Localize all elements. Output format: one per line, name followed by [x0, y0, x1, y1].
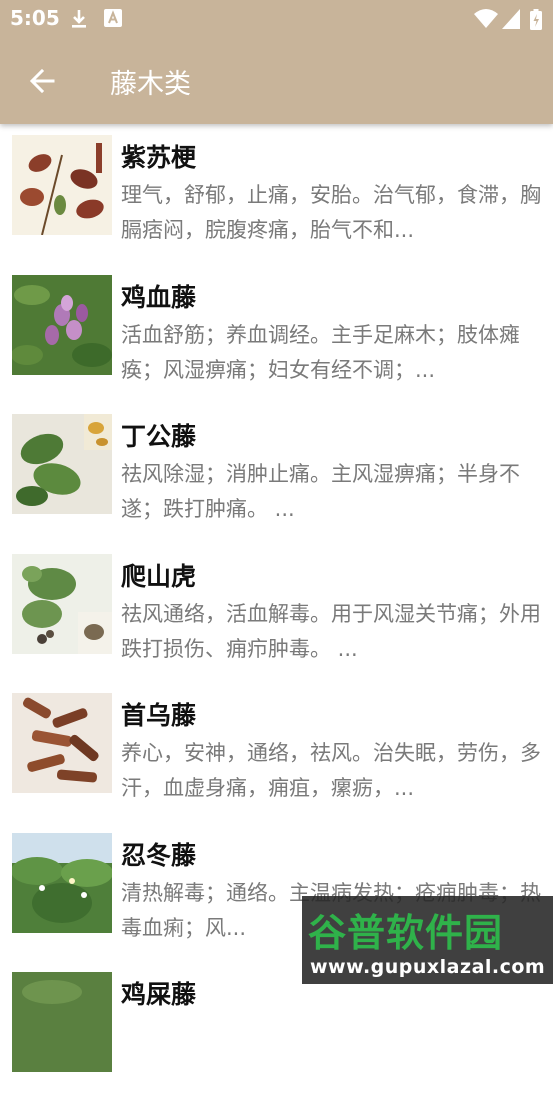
list-item[interactable]: 鸡血藤 活血舒筋；养血调经。主手足麻木；肢体瘫痪；风湿痹痛；妇女有经不调；... — [0, 264, 553, 404]
herb-name: 丁公藤 — [121, 422, 197, 451]
herb-description — [121, 1015, 542, 1085]
watermark-brand: 谷普软件园 — [308, 911, 504, 955]
herb-image — [12, 274, 112, 375]
herb-name: 鸡血藤 — [121, 282, 197, 312]
watermark: 谷普软件园 www.gupuxlazal.com — [302, 896, 553, 984]
list-item[interactable]: 丁公藤 祛风除湿；消肿止痛。主风湿痹痛；半身不遂；跌打肿痛。 ... — [0, 403, 553, 543]
herb-image — [12, 972, 112, 1072]
page-title: 藤木类 — [110, 69, 191, 100]
herb-image — [12, 693, 112, 793]
watermark-url: www.gupuxlazal.com — [310, 956, 546, 978]
herb-name: 爬山虎 — [121, 561, 197, 591]
list-item[interactable]: 首乌藤 养心，安神，通络，祛风。治失眠，劳伤，多汗，血虚身痛，痈疽，瘰疬，... — [0, 682, 553, 822]
herb-name: 紫苏梗 — [121, 143, 197, 172]
herb-image — [12, 832, 112, 933]
herb-name: 鸡屎藤 — [121, 980, 197, 1009]
herb-description: 养心，安神，通络，祛风。治失眠，劳伤，多汗，血虚身痛，痈疽，瘰疬，... — [121, 741, 541, 800]
herb-description: 理气，舒郁，止痛，安胎。治气郁，食滞，胸膈痞闷，脘腹疼痛，胎气不和... — [121, 183, 541, 242]
status-time: 5:05 — [10, 6, 60, 30]
herb-description: 祛风通络，活血解毒。用于风湿关节痛；外用跌打损伤、痈疖肿毒。 ... — [121, 601, 541, 661]
wifi-icon — [474, 9, 498, 28]
a-notification-icon — [104, 9, 122, 27]
list-item[interactable]: 紫苏梗 理气，舒郁，止痛，安胎。治气郁，食滞，胸膈痞闷，脘腹疼痛，胎气不和... — [0, 124, 553, 264]
herb-image — [12, 414, 112, 514]
herb-name: 忍冬藤 — [121, 840, 197, 870]
herb-description: 祛风除湿；消肿止痛。主风湿痹痛；半身不遂；跌打肿痛。 ... — [121, 462, 520, 521]
back-arrow-icon[interactable] — [24, 62, 62, 100]
status-bar: 5:05 — [0, 0, 553, 38]
battery-icon — [530, 9, 542, 30]
download-icon — [72, 10, 86, 28]
herb-image — [12, 135, 112, 235]
herb-name: 首乌藤 — [121, 701, 197, 730]
herb-description: 活血舒筋；养血调经。主手足麻木；肢体瘫痪；风湿痹痛；妇女有经不调；... — [121, 322, 520, 382]
list-item[interactable]: 爬山虎 祛风通络，活血解毒。用于风湿关节痛；外用跌打损伤、痈疖肿毒。 ... — [0, 543, 553, 683]
app-bar: 5:05 藤木类 — [0, 0, 553, 124]
herb-image — [12, 553, 112, 654]
signal-icon — [502, 9, 520, 29]
